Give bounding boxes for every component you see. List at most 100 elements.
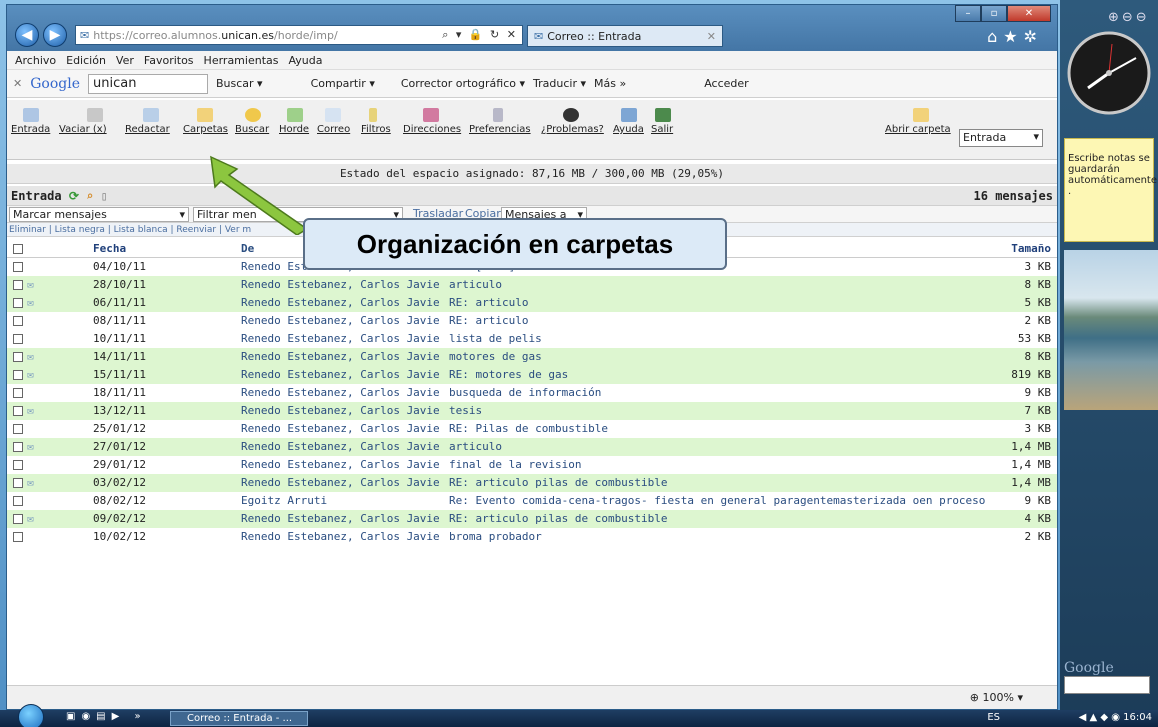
forward-icon[interactable]: ▶ bbox=[43, 23, 67, 47]
google-corrector[interactable]: Corrector ortográfico ▾ bbox=[401, 77, 525, 90]
tab-correo[interactable]: ✉ Correo :: Entrada ✕ bbox=[527, 25, 723, 47]
google-buscar[interactable]: Buscar ▾ bbox=[216, 77, 263, 90]
trash-icon[interactable]: ▯ bbox=[101, 189, 108, 203]
btn-problemas[interactable]: ¿Problemas? bbox=[541, 124, 604, 135]
open-folder-link[interactable]: Abrir carpeta bbox=[885, 124, 951, 135]
language-indicator[interactable]: ES bbox=[987, 712, 1000, 723]
sticky-note[interactable]: Escribe notas se guardarán automáticamen… bbox=[1064, 138, 1157, 242]
table-row[interactable]: ✉ 03/02/12 Renedo Estebanez, Carlos Javier… bbox=[7, 474, 1057, 492]
quicklaunch-icons[interactable]: ▣◉▤▶ » bbox=[66, 711, 147, 722]
google-gadget-input[interactable] bbox=[1064, 676, 1150, 694]
table-row[interactable]: 08/02/12 Egoitz Arruti Re: Evento comida-c… bbox=[7, 492, 1057, 510]
row-from[interactable]: Renedo Estebanez, Carlos Javier bbox=[241, 420, 441, 438]
start-button[interactable] bbox=[18, 704, 44, 727]
table-row[interactable]: ✉ 09/02/12 Renedo Estebanez, Carlos Javier… bbox=[7, 510, 1057, 528]
header-date[interactable]: Fecha bbox=[93, 240, 233, 258]
table-row[interactable]: 08/11/11 Renedo Estebanez, Carlos Javier R… bbox=[7, 312, 1057, 330]
row-subject[interactable]: busqueda de información bbox=[449, 384, 989, 402]
btn-ayuda[interactable]: Ayuda bbox=[613, 124, 644, 135]
btn-correo[interactable]: Correo bbox=[317, 124, 350, 135]
folder-select[interactable]: Entrada ▾ bbox=[959, 129, 1043, 147]
row-from[interactable]: Renedo Estebanez, Carlos Javier bbox=[241, 438, 441, 456]
minimize-button[interactable]: – bbox=[955, 5, 981, 22]
google-mas[interactable]: Más » bbox=[594, 77, 626, 90]
table-row[interactable]: ✉ 14/11/11 Renedo Estebanez, Carlos Javier… bbox=[7, 348, 1057, 366]
system-tray[interactable]: ◀ ▲ ◆ ◉ 16:04 bbox=[1079, 712, 1152, 723]
home-icon[interactable]: ⌂ bbox=[987, 27, 1003, 46]
google-compartir[interactable]: Compartir ▾ bbox=[311, 77, 375, 90]
zoom-level[interactable]: ⊕ 100% ▾ bbox=[970, 691, 1023, 704]
maximize-button[interactable]: ▫ bbox=[981, 5, 1007, 22]
back-icon[interactable]: ◀ bbox=[15, 23, 39, 47]
row-subject[interactable]: final de la revision bbox=[449, 456, 989, 474]
row-subject[interactable]: broma probador bbox=[449, 528, 989, 546]
row-subject[interactable]: tesis bbox=[449, 402, 989, 420]
row-from[interactable]: Renedo Estebanez, Carlos Javier bbox=[241, 474, 441, 492]
table-row[interactable]: 10/11/11 Renedo Estebanez, Carlos Javier l… bbox=[7, 330, 1057, 348]
menu-edicion[interactable]: Edición bbox=[66, 54, 106, 67]
row-subject[interactable]: RE: motores de gas bbox=[449, 366, 989, 384]
gear-icon[interactable]: ✲ bbox=[1024, 27, 1043, 46]
row-from[interactable]: Renedo Estebanez, Carlos Javier bbox=[241, 510, 441, 528]
row-checkbox[interactable] bbox=[13, 258, 25, 276]
menu-ver[interactable]: Ver bbox=[116, 54, 134, 67]
row-subject[interactable]: RE: Pilas de combustible bbox=[449, 420, 989, 438]
row-from[interactable]: Renedo Estebanez, Carlos Javier bbox=[241, 294, 441, 312]
row-checkbox[interactable] bbox=[13, 312, 25, 330]
menu-herramientas[interactable]: Herramientas bbox=[204, 54, 279, 67]
row-checkbox[interactable] bbox=[13, 384, 25, 402]
table-row[interactable]: ✉ 06/11/11 Renedo Estebanez, Carlos Javier… bbox=[7, 294, 1057, 312]
search-icon[interactable]: ⌕ bbox=[86, 189, 93, 203]
row-subject[interactable]: lista de pelis bbox=[449, 330, 989, 348]
row-subject[interactable]: RE: articulo bbox=[449, 312, 989, 330]
row-subject[interactable]: motores de gas bbox=[449, 348, 989, 366]
row-checkbox[interactable] bbox=[13, 438, 25, 456]
row-checkbox[interactable] bbox=[13, 528, 25, 546]
row-checkbox[interactable] bbox=[13, 366, 25, 384]
btn-salir[interactable]: Salir bbox=[651, 124, 673, 135]
address-tools[interactable]: ⌕ ▾ 🔒 ↻ ✕ bbox=[442, 28, 518, 42]
row-from[interactable]: Renedo Estebanez, Carlos Javier bbox=[241, 276, 441, 294]
row-from[interactable]: Renedo Estebanez, Carlos Javier bbox=[241, 456, 441, 474]
menu-archivo[interactable]: Archivo bbox=[15, 54, 56, 67]
row-checkbox[interactable] bbox=[13, 348, 25, 366]
row-checkbox[interactable] bbox=[13, 474, 25, 492]
address-bar[interactable]: ✉ https://correo.alumnos.unican.es/horde… bbox=[75, 25, 523, 45]
row-checkbox[interactable] bbox=[13, 510, 25, 528]
row-from[interactable]: Renedo Estebanez, Carlos Javier bbox=[241, 366, 441, 384]
table-row[interactable]: 18/11/11 Renedo Estebanez, Carlos Javier b… bbox=[7, 384, 1057, 402]
row-checkbox[interactable] bbox=[13, 276, 25, 294]
btn-carpetas[interactable]: Carpetas bbox=[183, 124, 228, 135]
table-row[interactable]: ✉ 15/11/11 Renedo Estebanez, Carlos Javier… bbox=[7, 366, 1057, 384]
row-subject[interactable]: RE: articulo pilas de combustible bbox=[449, 510, 989, 528]
row-checkbox[interactable] bbox=[13, 294, 25, 312]
table-row[interactable]: 29/01/12 Renedo Estebanez, Carlos Javier f… bbox=[7, 456, 1057, 474]
row-checkbox[interactable] bbox=[13, 456, 25, 474]
google-search-input[interactable]: unican bbox=[87, 73, 208, 94]
google-acceder[interactable]: Acceder bbox=[704, 77, 748, 90]
row-subject[interactable]: RE: articulo pilas de combustible bbox=[449, 474, 989, 492]
table-row[interactable]: ✉ 13/12/11 Renedo Estebanez, Carlos Javier… bbox=[7, 402, 1057, 420]
menu-favoritos[interactable]: Favoritos bbox=[144, 54, 194, 67]
row-from[interactable]: Egoitz Arruti bbox=[241, 492, 441, 510]
row-subject[interactable]: articulo bbox=[449, 438, 989, 456]
row-checkbox[interactable] bbox=[13, 420, 25, 438]
row-subject[interactable]: Re: Evento comida-cena-tragos- fiesta en… bbox=[449, 492, 989, 510]
google-traducir[interactable]: Traducir ▾ bbox=[533, 77, 586, 90]
row-from[interactable]: Renedo Estebanez, Carlos Javier bbox=[241, 312, 441, 330]
row-from[interactable]: Renedo Estebanez, Carlos Javier bbox=[241, 402, 441, 420]
row-from[interactable]: Renedo Estebanez, Carlos Javier bbox=[241, 384, 441, 402]
table-row[interactable]: ✉ 27/01/12 Renedo Estebanez, Carlos Javier… bbox=[7, 438, 1057, 456]
close-button[interactable]: ✕ bbox=[1007, 5, 1051, 22]
row-subject[interactable]: RE: articulo bbox=[449, 294, 989, 312]
table-row[interactable]: 10/02/12 Renedo Estebanez, Carlos Javier b… bbox=[7, 528, 1057, 546]
tab-close-icon[interactable]: ✕ bbox=[707, 30, 716, 43]
star-icon[interactable]: ★ bbox=[1003, 27, 1023, 46]
btn-entrada[interactable]: Entrada bbox=[11, 124, 50, 135]
btn-vaciar[interactable]: Vaciar (x) bbox=[59, 124, 107, 135]
refresh-icon[interactable]: ⟳ bbox=[69, 189, 79, 203]
row-from[interactable]: Renedo Estebanez, Carlos Javier bbox=[241, 348, 441, 366]
btn-horde[interactable]: Horde bbox=[279, 124, 309, 135]
select-all-checkbox[interactable] bbox=[13, 240, 25, 258]
row-from[interactable]: Renedo Estebanez, Carlos Javier bbox=[241, 330, 441, 348]
